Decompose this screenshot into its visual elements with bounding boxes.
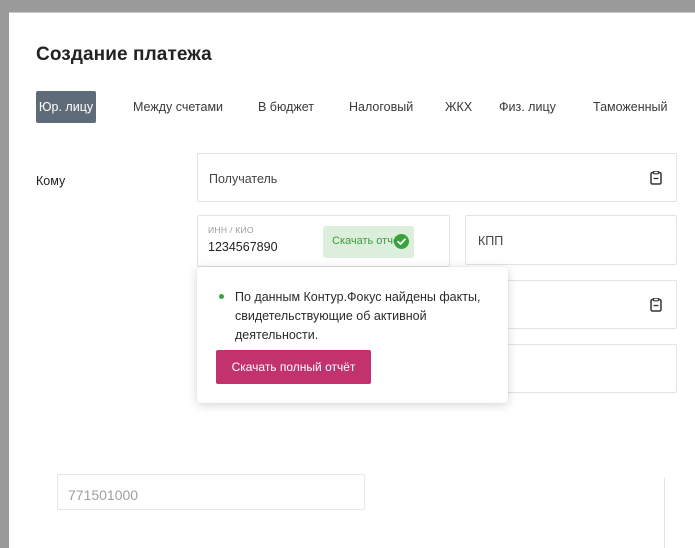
tab-housing[interactable]: ЖКХ <box>445 91 472 123</box>
tab-tax[interactable]: Налоговый <box>349 91 413 123</box>
clipboard-icon[interactable] <box>650 171 662 185</box>
inn-value: 1234567890 <box>208 240 278 254</box>
tab-legal-entity[interactable]: Юр. лицу <box>36 91 96 123</box>
inn-label: ИНН / КИО <box>208 225 254 235</box>
bank-field[interactable] <box>480 280 677 329</box>
bullet-dot-icon <box>219 294 224 299</box>
inn-field[interactable]: ИНН / КИО 1234567890 Скачать отчёт <box>197 215 450 267</box>
check-circle-icon <box>394 234 409 249</box>
tab-between-accounts[interactable]: Между счетами <box>133 91 223 123</box>
tab-customs[interactable]: Таможенный <box>593 91 668 123</box>
page-title: Создание платежа <box>36 44 212 65</box>
download-full-report-button[interactable]: Скачать полный отчёт <box>216 350 371 384</box>
download-report-badge[interactable]: Скачать отчёт <box>323 226 414 258</box>
window-frame-top <box>0 0 695 13</box>
popup-message: По данным Контур.Фокус найдены факты, св… <box>235 290 481 342</box>
recipient-label: Кому <box>36 174 66 188</box>
kpp-placeholder: КПП <box>478 234 504 248</box>
recipient-placeholder: Получатель <box>209 172 278 186</box>
account-field[interactable] <box>480 344 677 393</box>
fact-check-popup: По данным Контур.Фокус найдены факты, св… <box>197 267 508 403</box>
kpp-field[interactable]: КПП <box>465 215 677 265</box>
kpp-value: 771501000 <box>68 487 139 503</box>
tab-individual[interactable]: Физ. лицу <box>499 91 556 123</box>
window-frame-left <box>0 0 9 548</box>
kpp-value-field[interactable]: 771501000 <box>57 474 365 510</box>
clipboard-icon[interactable] <box>650 298 662 312</box>
column-divider <box>664 478 665 548</box>
tab-to-budget[interactable]: В бюджет <box>258 91 314 123</box>
recipient-field[interactable]: Получатель <box>197 153 677 202</box>
